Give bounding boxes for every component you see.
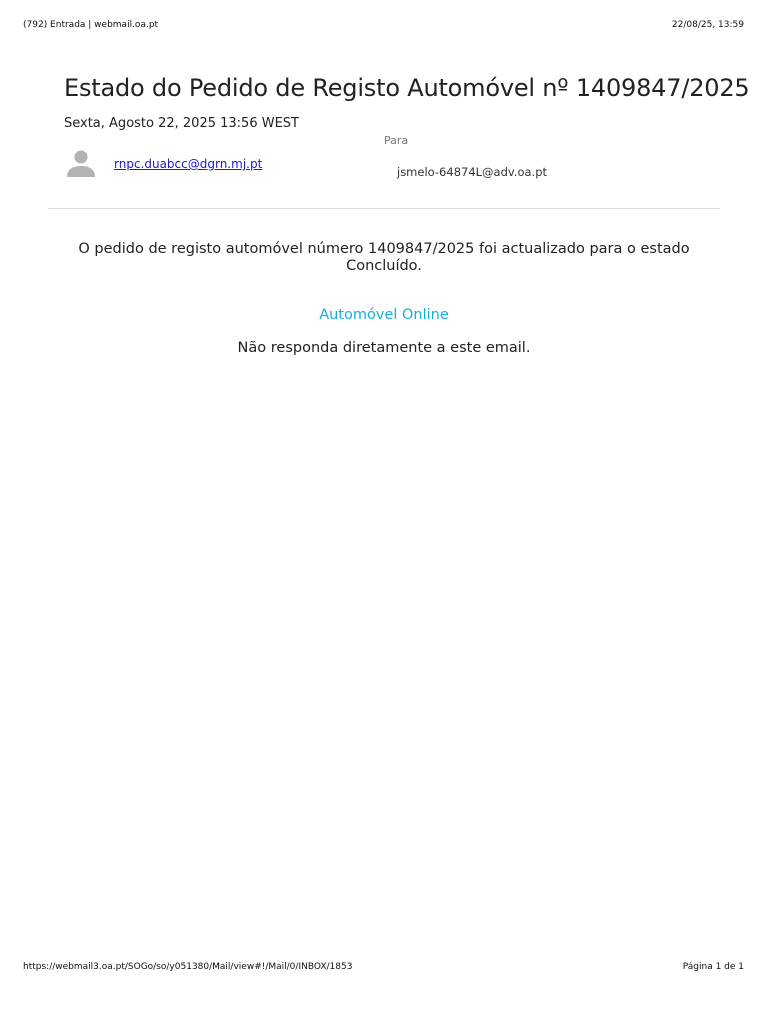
print-footer-page-number: Página 1 de 1 (682, 962, 744, 972)
message-subject: Estado do Pedido de Registo Automóvel nº… (64, 74, 750, 102)
sender-email-link[interactable]: rnpc.duabcc@dgrn.mj.pt (114, 157, 262, 171)
header-divider (48, 208, 720, 209)
message-body: O pedido de registo automóvel número 140… (78, 241, 690, 274)
print-footer-url: https://webmail3.oa.pt/SOGo/so/y051380/M… (23, 962, 353, 972)
print-header-title: (792) Entrada | webmail.oa.pt (23, 20, 159, 30)
no-reply-notice: Não responda diretamente a este email. (237, 340, 531, 356)
recipient-label: Para (384, 134, 409, 147)
message-date: Sexta, Agosto 22, 2025 13:56 WEST (64, 116, 299, 131)
recipient-email: jsmelo-64874L@adv.oa.pt (397, 165, 548, 179)
person-icon (66, 148, 96, 178)
printed-page: (792) Entrada | webmail.oa.pt 22/08/25, … (0, 0, 768, 1024)
print-header-datetime: 22/08/25, 13:59 (671, 20, 744, 30)
brand-link[interactable]: Automóvel Online (0, 307, 768, 323)
